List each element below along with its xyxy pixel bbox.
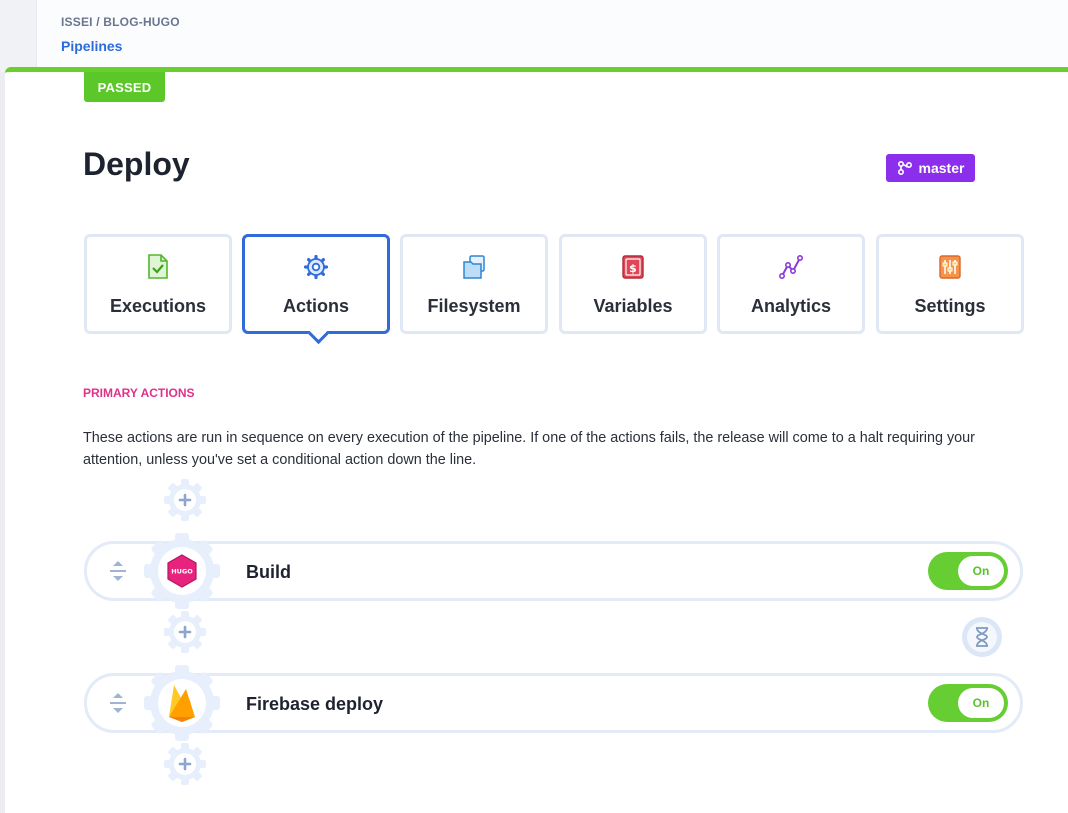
gear-icon — [304, 254, 328, 280]
firebase-logo — [144, 665, 220, 741]
hourglass-icon[interactable] — [961, 616, 1003, 658]
tab-settings[interactable]: Settings — [876, 234, 1024, 334]
tab-label: Settings — [914, 296, 986, 316]
action-row-build[interactable]: Build On — [84, 541, 1023, 601]
action-name: Build — [246, 562, 291, 582]
drag-handle-icon[interactable] — [107, 557, 129, 585]
page-title: Deploy — [83, 146, 190, 182]
tab-executions[interactable]: Executions — [84, 234, 232, 334]
drag-handle-icon[interactable] — [107, 689, 129, 717]
tab-label: Variables — [593, 296, 673, 316]
add-action-icon[interactable] — [163, 742, 207, 786]
tab-actions[interactable]: Actions — [242, 234, 390, 334]
svg-text:$: $ — [629, 262, 637, 275]
section-heading: PRIMARY ACTIONS — [83, 386, 195, 400]
folder-icon — [463, 255, 485, 279]
status-badge: PASSED — [84, 72, 165, 102]
document-check-icon — [148, 254, 168, 279]
breadcrumb-pipelines-link[interactable]: Pipelines — [61, 38, 122, 54]
tab-analytics[interactable]: Analytics — [717, 234, 865, 334]
action-row-firebase-deploy[interactable]: Firebase deploy On — [84, 673, 1023, 733]
tab-filesystem[interactable]: Filesystem — [400, 234, 548, 334]
branch-name: master — [918, 160, 965, 176]
add-action-icon[interactable] — [163, 610, 207, 654]
section-description: These actions are run in sequence on eve… — [83, 430, 975, 468]
tab-label: Executions — [109, 296, 207, 316]
action-toggle[interactable]: On — [928, 552, 1008, 590]
toggle-label: On — [958, 556, 1004, 586]
chart-line-icon — [779, 254, 803, 279]
tab-label: Actions — [282, 296, 349, 316]
add-action-icon[interactable] — [163, 478, 207, 522]
tab-label: Filesystem — [427, 296, 521, 316]
top-bar: ISSEI / BLOG-HUGO Pipelines — [36, 0, 1068, 70]
action-toggle[interactable]: On — [928, 684, 1008, 722]
action-name: Firebase deploy — [246, 694, 384, 714]
branch-badge[interactable]: master — [886, 154, 975, 182]
toggle-label: On — [958, 688, 1004, 718]
hugo-logo: HUGO — [144, 533, 220, 609]
hugo-logo-text: HUGO — [171, 568, 193, 576]
tab-variables[interactable]: $ Variables — [559, 234, 707, 334]
dollar-icon: $ — [622, 255, 644, 279]
tab-label: Analytics — [750, 296, 832, 316]
sliders-icon — [939, 255, 961, 279]
branch-icon — [897, 160, 912, 176]
breadcrumb-repo[interactable]: ISSEI / BLOG-HUGO — [61, 15, 180, 29]
